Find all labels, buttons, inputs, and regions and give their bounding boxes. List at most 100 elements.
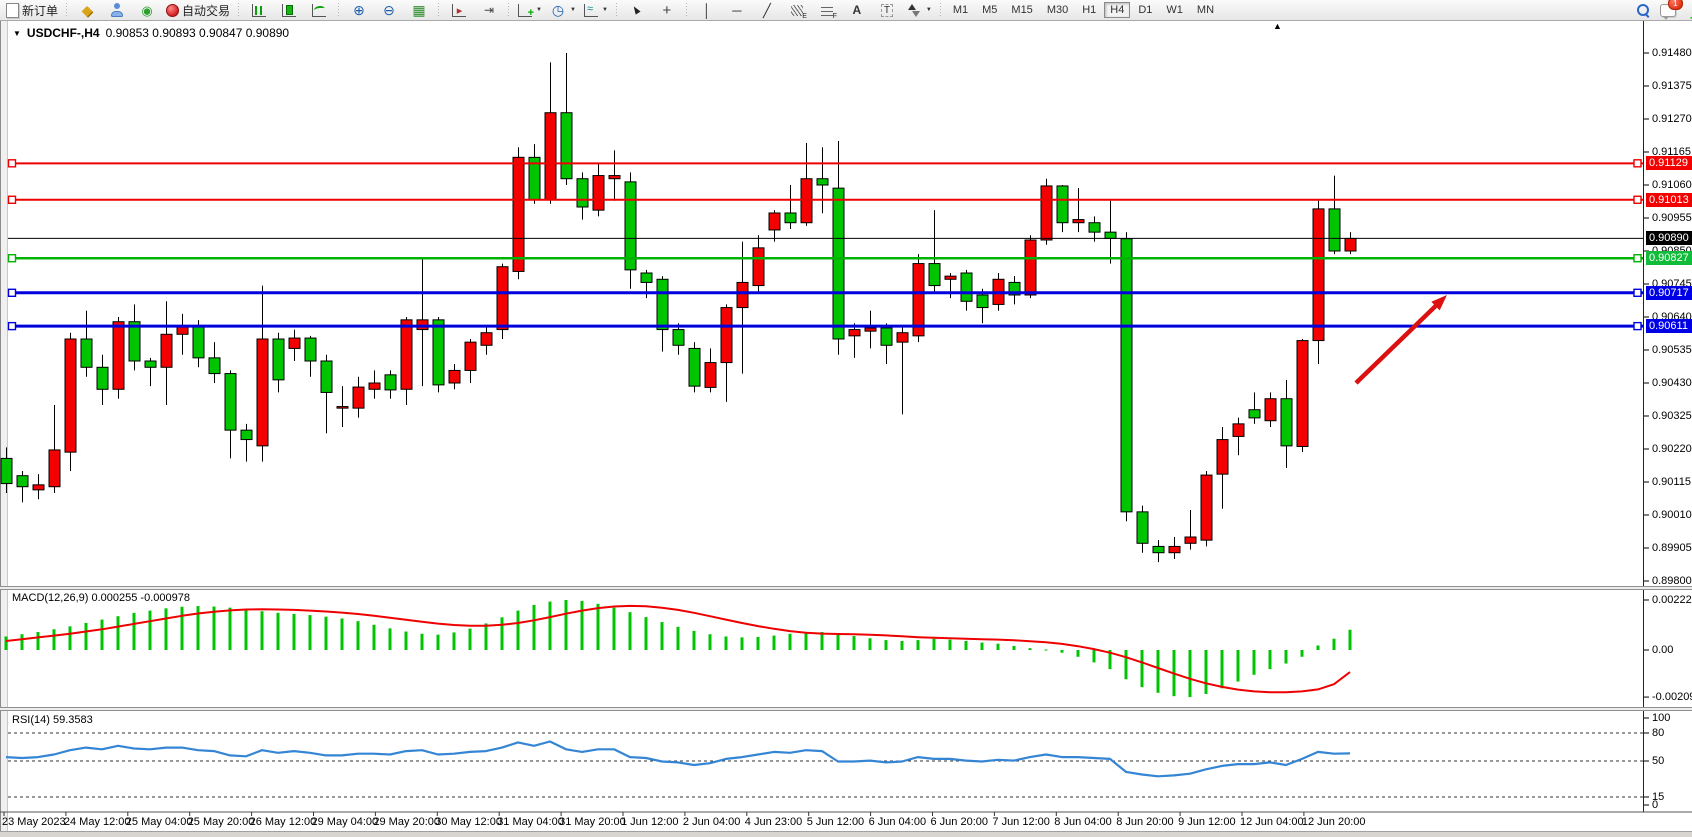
timeframe-m5[interactable]: M5 (976, 2, 1003, 18)
search-icon[interactable] (1636, 3, 1650, 17)
mt4-window: { "toolbar": { "new_order_label": "新订单",… (0, 0, 1692, 837)
symbol-dropdown-icon[interactable]: ▼ (13, 29, 21, 38)
level-left-handle[interactable] (9, 160, 16, 167)
macd-histogram-bar (117, 616, 120, 650)
chevron-down-icon: ▼ (570, 7, 576, 13)
level-right-handle[interactable] (1634, 289, 1641, 296)
timeframe-d1[interactable]: D1 (1132, 2, 1158, 18)
tile-windows-button[interactable]: ▦ (404, 0, 434, 20)
bull-candle (257, 339, 268, 446)
timeframe-m30[interactable]: M30 (1041, 2, 1074, 18)
timeframe-h1[interactable]: H1 (1076, 2, 1102, 18)
bear-candle (657, 279, 668, 329)
macd-histogram-bar (597, 604, 600, 650)
macd-histogram-bar (1253, 650, 1256, 675)
zoom-out-button[interactable]: ⊖ (374, 0, 404, 20)
macd-histogram-bar (757, 637, 760, 650)
clock-icon: ◷ (550, 2, 566, 18)
level-right-handle[interactable] (1634, 255, 1641, 262)
macd-histogram-bar (565, 600, 568, 650)
macd-histogram-bar (901, 641, 904, 650)
level-left-handle[interactable] (9, 255, 16, 262)
timeframe-m1[interactable]: M1 (947, 2, 974, 18)
text-label-button[interactable]: T (872, 0, 902, 20)
line-chart-button[interactable] (304, 0, 334, 20)
time-axis-label: 7 Jun 12:00 (992, 816, 1050, 828)
profiles-button[interactable]: ◷▼ (546, 0, 580, 20)
arrows-button[interactable]: ▼ (902, 0, 936, 20)
macd-histogram-bar (469, 629, 472, 650)
cursor-button[interactable]: ▲ (622, 0, 652, 20)
chart-plot-area[interactable] (0, 0, 1692, 837)
time-axis-label: 29 May 20:00 (373, 816, 440, 828)
macd-histogram-bar (149, 611, 152, 650)
panel-separator-macd[interactable] (0, 586, 1692, 590)
bull-candle (1345, 238, 1356, 251)
timeframe-w1[interactable]: W1 (1160, 2, 1189, 18)
macd-histogram-bar (1269, 650, 1272, 669)
time-axis-label: 8 Jun 20:00 (1116, 816, 1174, 828)
level-right-handle[interactable] (1634, 196, 1641, 203)
timeframe-mn[interactable]: MN (1191, 2, 1220, 18)
macd-histogram-bar (325, 617, 328, 650)
timeframe-h4[interactable]: H4 (1104, 2, 1130, 18)
symbol-period-label: USDCHF-,H4 (27, 26, 100, 40)
horizontal-line-button[interactable]: ─ (722, 0, 752, 20)
macd-histogram-bar (549, 602, 552, 650)
level-right-handle[interactable] (1634, 323, 1641, 330)
zoom-in-button[interactable]: ⊕ (344, 0, 374, 20)
bear-candle (273, 339, 284, 380)
time-axis-label: 8 Jun 04:00 (1054, 816, 1112, 828)
price-tag: 0.90827 (1646, 251, 1692, 265)
gold-diamond-icon: ◆ (79, 2, 95, 18)
signals-button[interactable]: ◉ (132, 0, 162, 20)
macd-histogram-bar (485, 623, 488, 650)
macd-histogram-bar (581, 601, 584, 650)
macd-histogram-bar (421, 634, 424, 650)
chart-corner-triangle-icon: ▲ (1273, 21, 1282, 31)
bear-candle (817, 179, 828, 185)
level-left-handle[interactable] (9, 323, 16, 330)
macd-histogram-bar (677, 627, 680, 650)
chart-shift-button[interactable]: ⇥ (474, 0, 504, 20)
new-order-button[interactable]: 新订单 (2, 0, 62, 20)
macd-histogram-bar (533, 605, 536, 650)
timeframe-m15[interactable]: M15 (1005, 2, 1038, 18)
vertical-line-button[interactable]: │ (692, 0, 722, 20)
price-axis-label: 0.90010 (1652, 509, 1692, 521)
bar-chart-icon (252, 4, 266, 17)
macd-histogram-bar (373, 625, 376, 650)
trend-arrow[interactable] (1356, 301, 1441, 383)
level-left-handle[interactable] (9, 289, 16, 296)
notifications-button[interactable]: 1 (1660, 2, 1676, 18)
new-chart-button[interactable]: ▼ (514, 0, 546, 20)
bar-chart-button[interactable] (244, 0, 274, 20)
hline-icon: ─ (729, 2, 745, 18)
community-button[interactable] (102, 0, 132, 20)
crosshair-button[interactable]: + (652, 0, 682, 20)
level-right-handle[interactable] (1634, 160, 1641, 167)
fibonacci-button[interactable] (812, 0, 842, 20)
trendline-button[interactable]: ╱ (752, 0, 782, 20)
panel-separator-rsi[interactable] (0, 707, 1692, 711)
bear-candle (881, 328, 892, 345)
macd-histogram-bar (437, 635, 440, 650)
text-button[interactable]: A (842, 0, 872, 20)
rsi-line (6, 742, 1350, 777)
autotrading-button[interactable]: 自动交易 (162, 0, 234, 20)
templates-button[interactable]: ▼ (580, 0, 612, 20)
metaquotes-button[interactable]: ◆ (72, 0, 102, 20)
macd-histogram-bar (245, 609, 248, 650)
bull-candle (1233, 424, 1244, 437)
auto-scroll-button[interactable]: ▸ (444, 0, 474, 20)
price-axis-label: 0.90115 (1652, 476, 1691, 488)
equidistant-channel-button[interactable] (782, 0, 812, 20)
bear-candle (977, 295, 988, 308)
candlestick-chart-button[interactable] (274, 0, 304, 20)
bear-candle (689, 348, 700, 386)
vline-icon: │ (699, 2, 715, 18)
level-left-handle[interactable] (9, 196, 16, 203)
bear-candle (961, 273, 972, 301)
person-icon (109, 2, 125, 18)
macd-histogram-bar (517, 611, 520, 650)
